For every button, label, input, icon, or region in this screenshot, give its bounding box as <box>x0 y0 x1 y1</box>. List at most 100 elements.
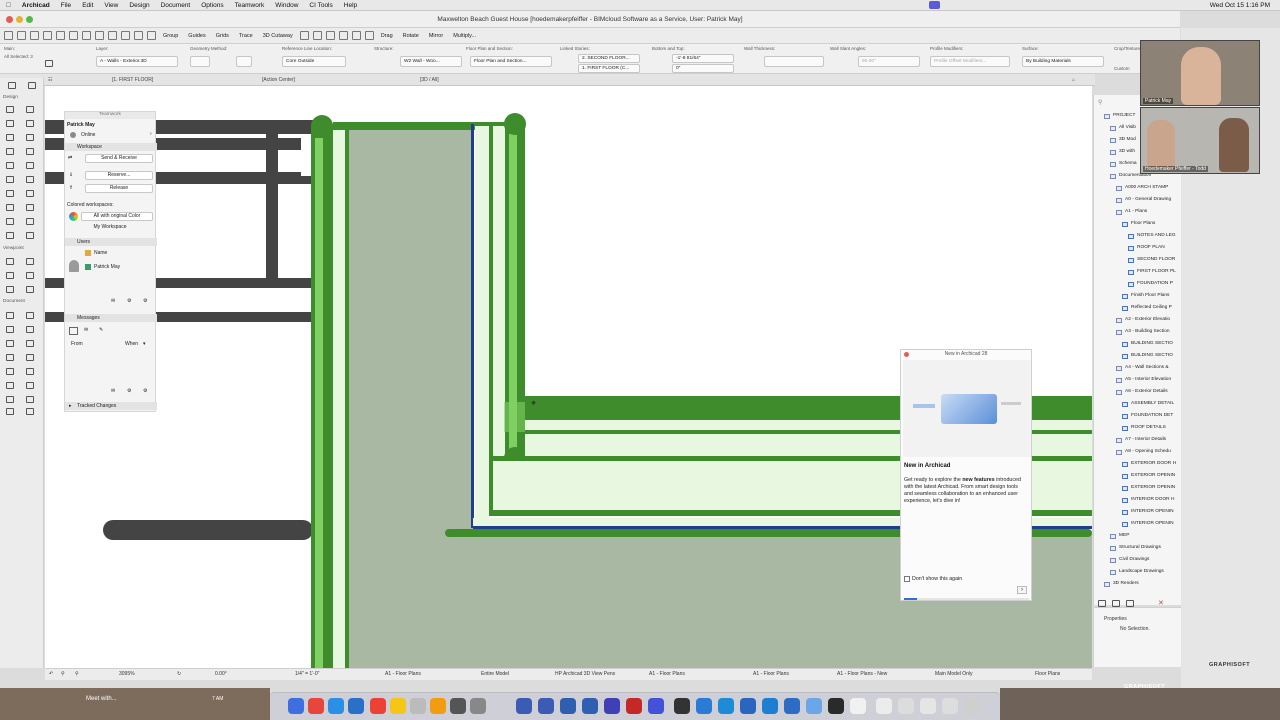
redo-icon[interactable] <box>43 31 52 40</box>
layer-select[interactable]: A - Walls - Exterior.3D <box>96 56 178 67</box>
close-window-icon[interactable] <box>6 16 13 23</box>
circle-tool-icon[interactable] <box>26 354 34 361</box>
geometry-option-select[interactable] <box>236 56 252 67</box>
shell-tool-icon[interactable] <box>26 162 34 169</box>
navigator-item[interactable]: INTERIOR DOOR H <box>1114 496 1181 506</box>
slant-field[interactable]: 90.00° <box>858 56 920 67</box>
menu-view[interactable]: View <box>104 2 118 9</box>
polyline-tool-icon[interactable] <box>6 382 14 389</box>
curtain-wall-tool-icon[interactable] <box>6 176 14 183</box>
wall-tool-icon-left[interactable] <box>6 106 14 113</box>
request-icon[interactable]: ✉ <box>111 298 115 304</box>
app-icon-4[interactable] <box>582 698 598 714</box>
zoom-out-status-icon[interactable]: ⚲ <box>61 671 65 677</box>
roof-tool-icon[interactable] <box>6 162 14 169</box>
opening-tool-icon[interactable] <box>6 218 14 225</box>
model-view-options-select[interactable]: A1 - Floor Plans <box>649 671 685 677</box>
guides-button[interactable]: Guides <box>185 33 208 39</box>
notes-icon[interactable] <box>390 698 406 714</box>
teams-icon[interactable] <box>648 698 664 714</box>
navigator-item[interactable]: MEP <box>1102 532 1181 542</box>
navigator-item[interactable]: SECOND FLOOR <box>1120 256 1181 266</box>
3d-cutaway-button[interactable]: 3D Cutaway <box>260 33 296 39</box>
top-offset-field[interactable]: -1'-8 81/64" <box>672 54 734 63</box>
graphic-overrides-select[interactable]: A1 - Floor Plans <box>753 671 789 677</box>
rotate-button[interactable]: Rotate <box>400 33 422 39</box>
next-arrow-button[interactable]: › <box>1017 586 1027 594</box>
eyedropper-icon[interactable] <box>69 31 78 40</box>
wall-tool-icon[interactable] <box>45 60 53 67</box>
trace-button[interactable]: Trace <box>236 33 256 39</box>
multiply-button[interactable]: Multiply... <box>450 33 479 39</box>
navigator-item[interactable]: A0 - General Drawing <box>1108 196 1181 206</box>
wall-right-finish[interactable] <box>475 126 489 530</box>
name-column-header[interactable]: Name <box>94 250 107 256</box>
calendar-event-title[interactable]: Meet with... <box>86 696 117 702</box>
sent-icon[interactable]: ✉ <box>84 327 88 333</box>
when-column-header[interactable]: When <box>125 341 138 347</box>
menu-file[interactable]: File <box>61 2 71 9</box>
magic-wand-icon[interactable] <box>108 31 117 40</box>
from-column-header[interactable]: From <box>71 341 83 347</box>
navigator-item[interactable]: ROOF DETAILS <box>1114 424 1181 434</box>
reserve-button[interactable]: Reserve... <box>85 171 153 180</box>
app-icon-6[interactable] <box>626 698 642 714</box>
tracked-changes-label[interactable]: Tracked Changes <box>77 403 116 409</box>
hotspot-tool-icon[interactable] <box>6 408 14 415</box>
navigator-item[interactable]: Landscape Drawings <box>1102 568 1181 578</box>
linked-top-select[interactable]: 2. SECOND FLOOR... <box>578 54 640 63</box>
section-tool-icon[interactable] <box>6 258 14 265</box>
floorplan-select[interactable]: Floor Plan and Section... <box>470 56 552 67</box>
section-icon[interactable] <box>351 31 361 40</box>
menu-window[interactable]: Window <box>275 2 298 9</box>
drag-button[interactable]: Drag <box>378 33 396 39</box>
trash-icon[interactable] <box>964 698 980 714</box>
app-icon-19[interactable] <box>920 698 936 714</box>
menu-options[interactable]: Options <box>201 2 223 9</box>
teams-status-icon[interactable] <box>929 1 940 9</box>
figure-tool-icon[interactable] <box>26 396 34 403</box>
navigator-item[interactable]: A8 - Opening Schedu <box>1108 448 1181 458</box>
pen-icon[interactable] <box>56 31 65 40</box>
folder-icon[interactable] <box>898 698 914 714</box>
organizer-icon[interactable] <box>1126 600 1134 607</box>
curve-app-icon[interactable] <box>516 698 532 714</box>
wall-corner-line[interactable] <box>489 460 493 514</box>
menu-ci-tools[interactable]: CI Tools <box>309 2 332 9</box>
tracked-changes-expand-icon[interactable]: ▸ <box>69 403 72 409</box>
navigator-item[interactable]: EXTERIOR DOOR H <box>1114 460 1181 470</box>
arc-tool-icon[interactable] <box>26 368 34 375</box>
menu-help[interactable]: Help <box>344 2 357 9</box>
navigator-item[interactable]: BUILDING SECTIO <box>1114 352 1181 362</box>
app-icon-8[interactable] <box>674 698 690 714</box>
marquee-tool-icon[interactable] <box>28 82 36 89</box>
arrow-tool-icon[interactable] <box>8 82 16 89</box>
zoom-in-status-icon[interactable]: ⚲ <box>75 671 79 677</box>
compose-icon[interactable]: ✎ <box>99 327 103 333</box>
navigator-item[interactable]: 3D Renders <box>1096 580 1181 590</box>
label-tool-icon[interactable] <box>26 340 34 347</box>
ruler-icon[interactable] <box>95 31 104 40</box>
zoom-level[interactable]: 3095% <box>119 671 135 677</box>
mail-icon[interactable] <box>348 698 364 714</box>
elevation-tool-icon[interactable] <box>26 258 34 265</box>
level-dimension-tool-icon[interactable] <box>6 326 14 333</box>
navigator-item[interactable]: ASSEMBLY DETAIL <box>1114 400 1181 410</box>
layers-icon[interactable] <box>147 31 156 40</box>
app-icon-11[interactable] <box>740 698 756 714</box>
app-icon-20[interactable] <box>942 698 958 714</box>
group-button[interactable]: Group <box>160 33 181 39</box>
profile-modifiers-select[interactable]: Profile Offset Modifiers... <box>930 56 1010 67</box>
dimension-style-select[interactable]: Floor Plans <box>1035 671 1060 677</box>
syringe-icon[interactable] <box>82 31 91 40</box>
menu-document[interactable]: Document <box>161 2 191 9</box>
wall-right-line[interactable] <box>489 126 493 460</box>
zone-tool-icon[interactable] <box>26 190 34 197</box>
undo-zoom-icon[interactable]: ↶ <box>49 671 53 677</box>
rotation-icon[interactable]: ↻ <box>177 671 181 677</box>
navigator-item[interactable]: A7 - Interior Details <box>1108 436 1181 446</box>
layout-book-icon[interactable] <box>1098 600 1106 607</box>
zoom-window-icon[interactable] <box>26 16 33 23</box>
menu-design[interactable]: Design <box>129 2 149 9</box>
worksheet-tool-icon[interactable] <box>26 272 34 279</box>
